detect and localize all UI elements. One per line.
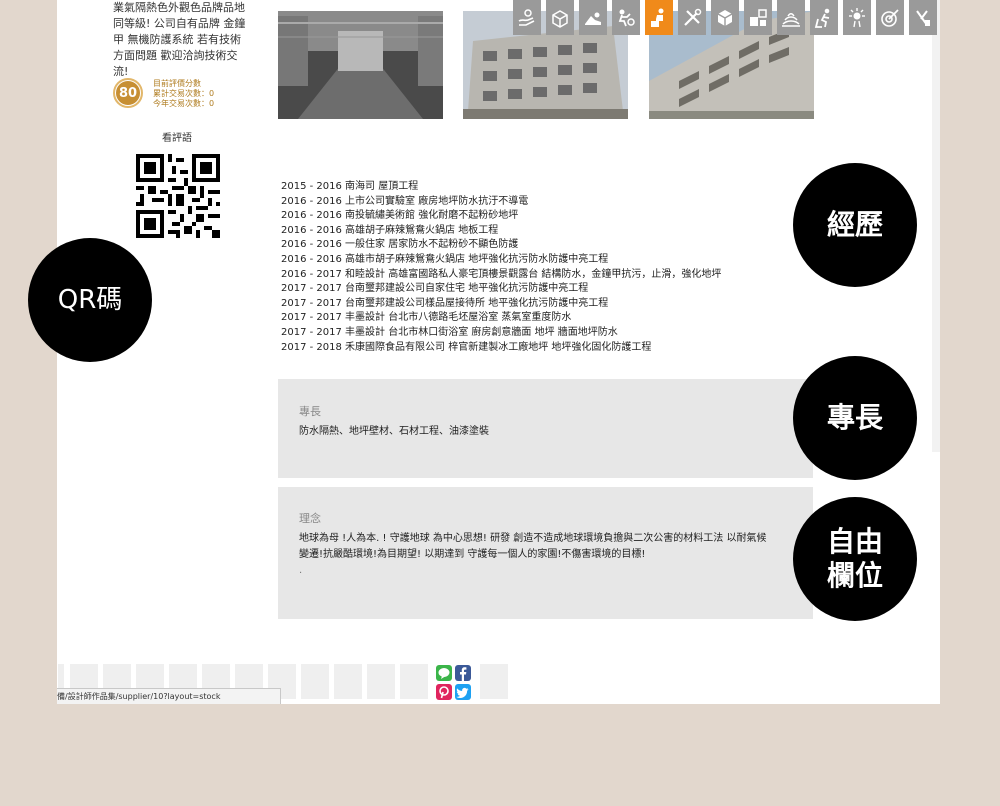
free-field-callout: 自由 欄位 — [793, 497, 917, 621]
lying-person-icon[interactable] — [579, 0, 607, 35]
scroll-gutter — [932, 0, 940, 452]
hand-care-icon[interactable] — [513, 0, 541, 35]
experience-item: 2016 - 2017 和睦設計 高雄富國路私人豪宅頂樓景觀露台 結構防水，金鐘… — [281, 268, 722, 280]
experience-item: 2016 - 2016 上市公司實驗室 廠房地坪防水抗汙不導電 — [281, 195, 529, 207]
empty-tile — [367, 664, 395, 699]
specialty-callout: 專長 — [793, 356, 917, 480]
tools-icon[interactable] — [678, 0, 706, 35]
renovate-icon[interactable] — [909, 0, 937, 35]
experience-item: 2017 - 2017 丰墨設計 台北市八德路毛坯屋浴室 蒸氣室重度防水 — [281, 312, 572, 324]
experience-list: 2015 - 2016 南海司 屋頂工程 2016 - 2016 上市公司實驗室… — [281, 180, 801, 355]
philosophy-panel: 理念 地球為母 !人為本. ! 守護地球 為中心思想! 研發 創造不造成地球環境… — [278, 487, 813, 619]
light-icon[interactable] — [843, 0, 871, 35]
twitter-share-icon[interactable] — [455, 684, 471, 700]
rating-block: 80 目前評價分數 累計交易次數：0 今年交易次數：0 — [113, 78, 253, 114]
empty-tile — [334, 664, 362, 699]
intro-line: 業氣隔熱色外觀色品牌品地 — [113, 1, 245, 14]
rating-stats: 目前評價分數 累計交易次數：0 今年交易次數：0 — [153, 79, 214, 109]
specialty-panel: 專長 防水隔熱、地坪壁材、石材工程、油漆塗裝 — [278, 379, 813, 478]
intro-line: 同等級! 公司自有品牌 金鐘 — [113, 17, 246, 30]
specialty-callout-label: 專長 — [826, 401, 883, 434]
warehouse-photo[interactable] — [278, 11, 443, 119]
empty-tile — [480, 664, 508, 699]
score-badge: 80 — [113, 78, 143, 108]
line-share-icon[interactable] — [436, 665, 452, 681]
experience-item: 2017 - 2017 台南璽邦建設公司樣品屋接待所 地平強化抗污防護中亮工程 — [281, 297, 609, 309]
experience-callout: 經歷 — [793, 163, 917, 287]
floor-icon[interactable] — [777, 0, 805, 35]
score-value: 80 — [115, 80, 141, 106]
experience-item: 2017 - 2018 禾康國際食品有限公司 梓官新建製冰工廠地坪 地坪強化固化… — [281, 341, 652, 353]
experience-item: 2016 - 2016 高雄胡子麻辣鴛鴦火鍋店 地板工程 — [281, 224, 499, 236]
intro-line: 甲 無機防護系統 若有技術 — [113, 33, 241, 46]
experience-item: 2015 - 2016 南海司 屋頂工程 — [281, 181, 419, 192]
philosophy-text: 地球為母 !人為本. ! 守護地球 為中心思想! 研發 創造不造成地球環境負擔與… — [299, 531, 804, 579]
moving-icon[interactable] — [612, 0, 640, 35]
profile-intro: 業氣隔熱色外觀色品牌品地 同等級! 公司自有品牌 金鐘 甲 無機防護系統 若有技… — [113, 0, 248, 80]
design-icon[interactable] — [744, 0, 772, 35]
qr-code-callout-label: QR碼 — [57, 285, 123, 315]
experience-item: 2016 - 2016 一般住家 居家防水不起粉砂不顯色防護 — [281, 239, 519, 251]
free-field-callout-label: 欄位 — [826, 559, 883, 592]
empty-tile — [301, 664, 329, 699]
free-field-callout-label: 自由 — [826, 525, 883, 558]
facebook-share-icon[interactable] — [455, 665, 471, 681]
philosophy-line: 地球為母 !人為本. ! 守護地球 為中心思想! 研發 創造不造成地球環境負擔與… — [299, 533, 767, 544]
experience-item: 2017 - 2017 丰墨設計 台北市林口街浴室 廚房創意牆面 地坪 牆面地坪… — [281, 326, 618, 338]
pinterest-share-icon[interactable] — [436, 684, 452, 700]
status-bar-url: 備/設計師作品集/supplier/10?layout=stock — [57, 688, 281, 704]
cleaning-icon[interactable] — [810, 0, 838, 35]
philosophy-title: 理念 — [299, 512, 321, 525]
experience-item: 2016 - 2016 高雄市胡子麻辣鴛鴦火鍋店 地坪強化抗污防水防護中亮工程 — [281, 253, 609, 265]
worker-icon[interactable] — [645, 0, 673, 35]
total-trades: 累計交易次數：0 — [153, 89, 215, 98]
empty-tile — [400, 664, 428, 699]
philosophy-line: . — [299, 565, 303, 576]
package-icon[interactable] — [711, 0, 739, 35]
qr-code-callout: QR碼 — [28, 238, 152, 362]
experience-callout-label: 經歷 — [826, 208, 883, 241]
philosophy-line: 變遷!抗嚴酷環境!為目期望! 以期達到 守護每一個人的家園!不傷害環境的目標! — [299, 549, 646, 560]
target-icon[interactable] — [876, 0, 904, 35]
specialty-title: 專長 — [299, 405, 321, 418]
box-delivery-icon[interactable] — [546, 0, 574, 35]
view-reviews-link[interactable]: 看評語 — [162, 129, 192, 144]
year-trades: 今年交易次數：0 — [153, 99, 215, 108]
intro-line: 方面問題 歡迎洽詢技術交 — [113, 49, 238, 62]
specialty-text: 防水隔熱、地坪壁材、石材工程、油漆塗裝 — [299, 426, 489, 437]
experience-item: 2016 - 2016 南投毓繡美術館 強化耐磨不起粉砂地坪 — [281, 210, 519, 222]
qr-code — [136, 154, 220, 238]
score-label: 目前評價分數 — [153, 79, 201, 88]
experience-item: 2017 - 2017 台南璽邦建設公司自家住宅 地平強化抗污防護中亮工程 — [281, 283, 589, 295]
